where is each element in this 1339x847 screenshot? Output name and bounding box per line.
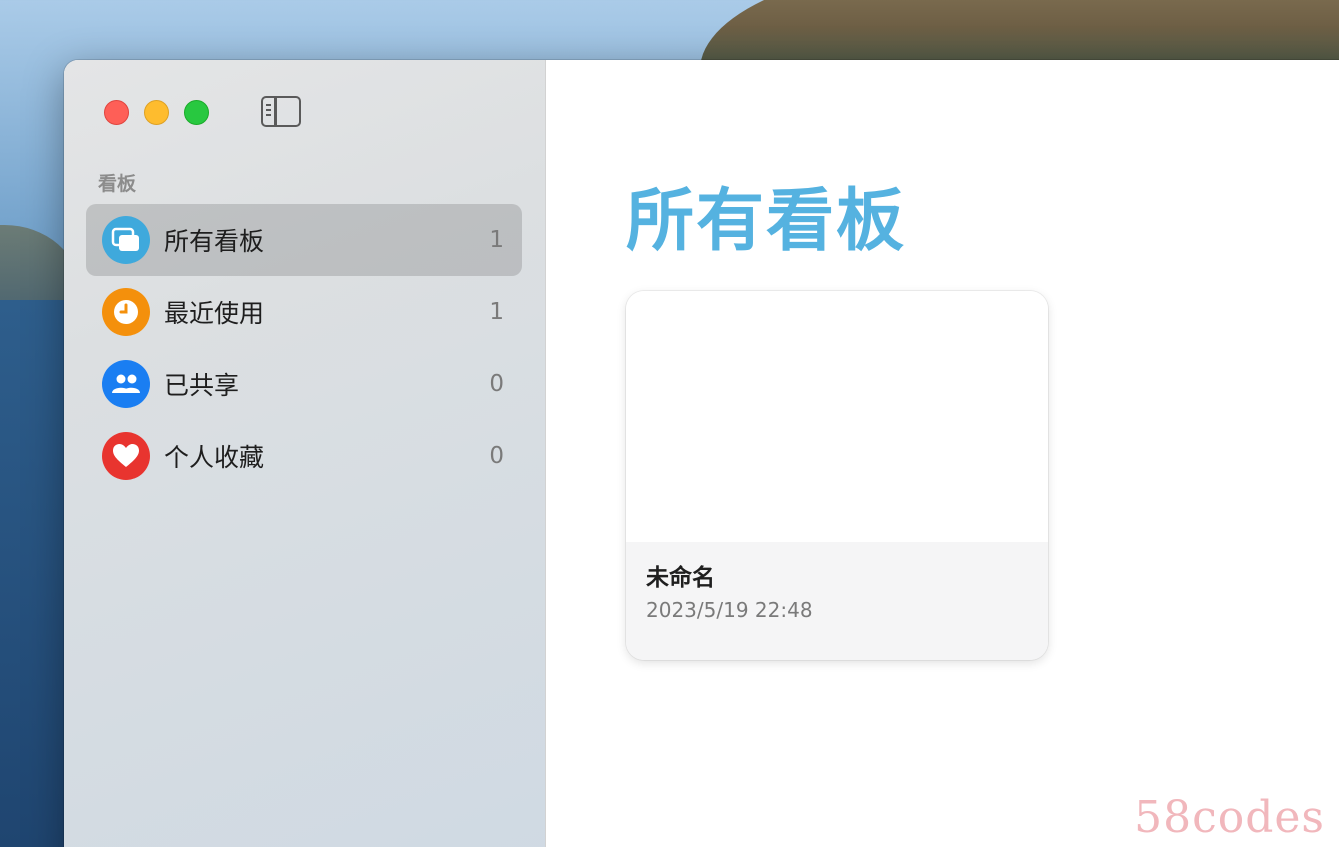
board-date: 2023/5/19 22:48: [646, 598, 813, 622]
sidebar-toggle-icon[interactable]: [261, 96, 301, 127]
sidebar-item-count: 1: [489, 299, 504, 325]
minimize-button[interactable]: [144, 100, 169, 125]
board-preview: [626, 291, 1048, 542]
board-card-footer: 未命名 2023/5/19 22:48: [626, 542, 1048, 660]
window-controls: [104, 100, 209, 125]
board-card[interactable]: 未命名 2023/5/19 22:48: [626, 291, 1048, 660]
heart-icon: [102, 432, 150, 480]
sidebar-item-shared[interactable]: 已共享 0: [86, 348, 522, 420]
page-title: 所有看板: [626, 182, 907, 261]
sidebar-nav: 所有看板 1 最近使用 1 已共享 0 个人收藏 0: [86, 204, 522, 492]
sidebar-item-count: 0: [489, 371, 504, 397]
watermark: 58codes: [1134, 792, 1325, 843]
sidebar-item-label: 个人收藏: [164, 443, 265, 472]
sidebar-item-label: 最近使用: [164, 299, 265, 328]
sidebar-item-count: 0: [489, 443, 504, 469]
sidebar-item-count: 1: [489, 227, 504, 253]
close-button[interactable]: [104, 100, 129, 125]
sidebar-item-label: 已共享: [164, 371, 240, 400]
sidebar: 看板 所有看板 1 最近使用 1 已共享 0 个人收藏 0: [64, 60, 546, 847]
app-window: 看板 所有看板 1 最近使用 1 已共享 0 个人收藏 0 所有看板 未命名 2…: [64, 60, 1339, 847]
sidebar-item-favorites[interactable]: 个人收藏 0: [86, 420, 522, 492]
clock-icon: [102, 288, 150, 336]
board-title: 未命名: [646, 565, 715, 591]
zoom-button[interactable]: [184, 100, 209, 125]
sidebar-item-recent[interactable]: 最近使用 1: [86, 276, 522, 348]
people-icon: [102, 360, 150, 408]
main-content: 所有看板 未命名 2023/5/19 22:48: [546, 60, 1339, 847]
sidebar-section-title: 看板: [98, 173, 137, 195]
stacked-boards-icon: [102, 216, 150, 264]
sidebar-item-all-boards[interactable]: 所有看板 1: [86, 204, 522, 276]
sidebar-item-label: 所有看板: [164, 227, 265, 256]
